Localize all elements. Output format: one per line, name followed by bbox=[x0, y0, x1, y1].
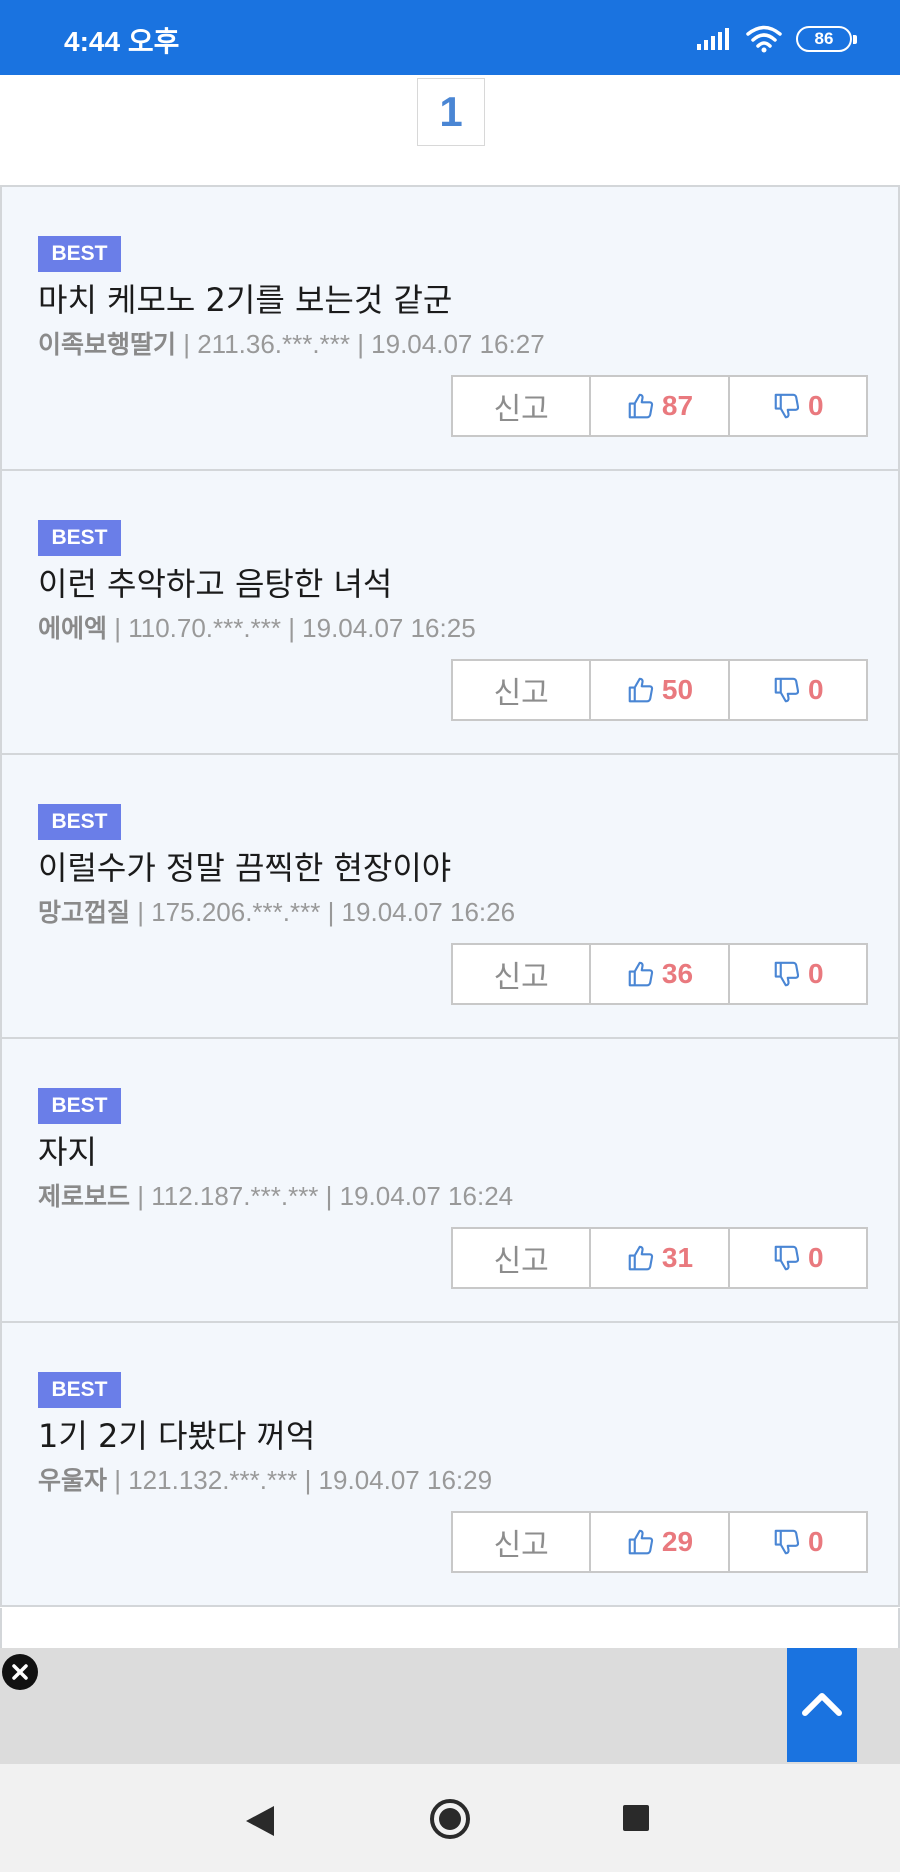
comment-ip-date: | 175.206.***.*** | 19.04.07 16:26 bbox=[130, 897, 516, 927]
signal-icon bbox=[697, 28, 729, 50]
like-count: 36 bbox=[661, 958, 694, 989]
comment-text: 자지 bbox=[38, 1133, 97, 1171]
comment-item: BEST 마치 케모노 2기를 보는것 같군 이족보행딸기 | 211.36.*… bbox=[0, 185, 900, 469]
like-button[interactable]: 31 bbox=[591, 1229, 730, 1287]
thumbs-down-icon bbox=[772, 391, 802, 421]
chevron-up-icon bbox=[801, 1689, 843, 1721]
status-bar: 4:44 오후 86 bbox=[0, 0, 900, 75]
thumbs-up-icon bbox=[626, 391, 656, 421]
home-icon[interactable] bbox=[428, 1797, 472, 1845]
battery-icon: 86 bbox=[796, 26, 857, 52]
thumbs-up-icon bbox=[626, 1243, 656, 1273]
comment-text: 마치 케모노 2기를 보는것 같군 bbox=[38, 281, 453, 319]
best-badge: BEST bbox=[38, 804, 121, 840]
comment-author[interactable]: 제로보드 bbox=[38, 1182, 130, 1211]
dislike-button[interactable]: 0 bbox=[730, 661, 866, 719]
comment-item: BEST 자지 제로보드 | 112.187.***.*** | 19.04.0… bbox=[0, 1037, 900, 1321]
comment-meta: 우울자 | 121.132.***.*** | 19.04.07 16:29 bbox=[38, 1461, 492, 1497]
comment-text: 이런 추악하고 음탕한 녀석 bbox=[38, 565, 393, 603]
thumbs-down-icon bbox=[772, 959, 802, 989]
dislike-button[interactable]: 0 bbox=[730, 945, 866, 1003]
like-button[interactable]: 29 bbox=[591, 1513, 730, 1571]
dislike-count: 0 bbox=[808, 1242, 824, 1273]
report-button[interactable]: 신고 bbox=[453, 377, 592, 435]
battery-level: 86 bbox=[814, 29, 834, 48]
dislike-button[interactable]: 0 bbox=[730, 1229, 866, 1287]
close-icon[interactable] bbox=[2, 1654, 38, 1690]
like-button[interactable]: 87 bbox=[591, 377, 730, 435]
comment-author[interactable]: 우울자 bbox=[38, 1466, 107, 1495]
report-button[interactable]: 신고 bbox=[453, 661, 592, 719]
like-count: 50 bbox=[661, 674, 694, 705]
comment-item: BEST 이런 추악하고 음탕한 녀석 에에엑 | 110.70.***.***… bbox=[0, 469, 900, 753]
comment-actions: 신고 87 0 bbox=[451, 375, 868, 437]
thumbs-up-icon bbox=[626, 1527, 656, 1557]
scroll-top-button[interactable] bbox=[787, 1648, 857, 1762]
thumbs-up-icon bbox=[626, 959, 656, 989]
status-time: 4:44 오후 bbox=[64, 26, 180, 57]
best-badge: BEST bbox=[38, 520, 121, 556]
comment-meta: 제로보드 | 112.187.***.*** | 19.04.07 16:24 bbox=[38, 1177, 513, 1213]
thumbs-down-icon bbox=[772, 675, 802, 705]
best-badge: BEST bbox=[38, 1088, 121, 1124]
dislike-count: 0 bbox=[808, 1526, 824, 1557]
system-nav-bar bbox=[0, 1764, 900, 1872]
thumbs-down-icon bbox=[772, 1243, 802, 1273]
page-number-current[interactable]: 1 bbox=[417, 78, 485, 146]
report-button[interactable]: 신고 bbox=[453, 1513, 592, 1571]
comment-author[interactable]: 에에엑 bbox=[38, 614, 107, 643]
comment-meta: 에에엑 | 110.70.***.*** | 19.04.07 16:25 bbox=[38, 609, 476, 645]
comment-meta: 이족보행딸기 | 211.36.***.*** | 19.04.07 16:27 bbox=[38, 325, 545, 361]
dislike-count: 0 bbox=[808, 958, 824, 989]
comment-actions: 신고 50 0 bbox=[451, 659, 868, 721]
comment-actions: 신고 36 0 bbox=[451, 943, 868, 1005]
comment-ip-date: | 121.132.***.*** | 19.04.07 16:29 bbox=[107, 1465, 493, 1495]
report-button[interactable]: 신고 bbox=[453, 945, 592, 1003]
comment-ip-date: | 211.36.***.*** | 19.04.07 16:27 bbox=[176, 329, 545, 359]
like-count: 87 bbox=[661, 390, 694, 421]
ad-banner[interactable] bbox=[0, 1648, 900, 1764]
comment-item: BEST 이럴수가 정말 끔찍한 현장이야 망고껍질 | 175.206.***… bbox=[0, 753, 900, 1037]
best-comment-list: BEST 마치 케모노 2기를 보는것 같군 이족보행딸기 | 211.36.*… bbox=[0, 185, 900, 1607]
comment-ip-date: | 110.70.***.*** | 19.04.07 16:25 bbox=[107, 613, 476, 643]
back-icon[interactable] bbox=[244, 1804, 276, 1842]
best-badge: BEST bbox=[38, 236, 121, 272]
comment-actions: 신고 29 0 bbox=[451, 1511, 868, 1573]
pagination: 1 bbox=[0, 75, 900, 185]
like-count: 31 bbox=[661, 1242, 694, 1273]
comment-text: 1기 2기 다봤다 꺼억 bbox=[38, 1417, 316, 1455]
comment-text: 이럴수가 정말 끔찍한 현장이야 bbox=[38, 849, 452, 887]
like-count: 29 bbox=[661, 1526, 694, 1557]
recent-apps-icon[interactable] bbox=[623, 1805, 649, 1831]
dislike-button[interactable]: 0 bbox=[730, 1513, 866, 1571]
comment-actions: 신고 31 0 bbox=[451, 1227, 868, 1289]
dislike-count: 0 bbox=[808, 674, 824, 705]
thumbs-up-icon bbox=[626, 675, 656, 705]
wifi-icon bbox=[746, 25, 782, 53]
thumbs-down-icon bbox=[772, 1527, 802, 1557]
report-button[interactable]: 신고 bbox=[453, 1229, 592, 1287]
like-button[interactable]: 50 bbox=[591, 661, 730, 719]
status-icons: 86 bbox=[696, 22, 857, 56]
comment-item: BEST 1기 2기 다봤다 꺼억 우울자 | 121.132.***.*** … bbox=[0, 1321, 900, 1607]
comment-item-partial bbox=[0, 1608, 900, 1648]
comment-author[interactable]: 망고껍질 bbox=[38, 898, 130, 927]
comment-ip-date: | 112.187.***.*** | 19.04.07 16:24 bbox=[130, 1181, 514, 1211]
dislike-button[interactable]: 0 bbox=[730, 377, 866, 435]
like-button[interactable]: 36 bbox=[591, 945, 730, 1003]
best-badge: BEST bbox=[38, 1372, 121, 1408]
comment-author[interactable]: 이족보행딸기 bbox=[38, 330, 176, 359]
comment-meta: 망고껍질 | 175.206.***.*** | 19.04.07 16:26 bbox=[38, 893, 515, 929]
dislike-count: 0 bbox=[808, 390, 824, 421]
